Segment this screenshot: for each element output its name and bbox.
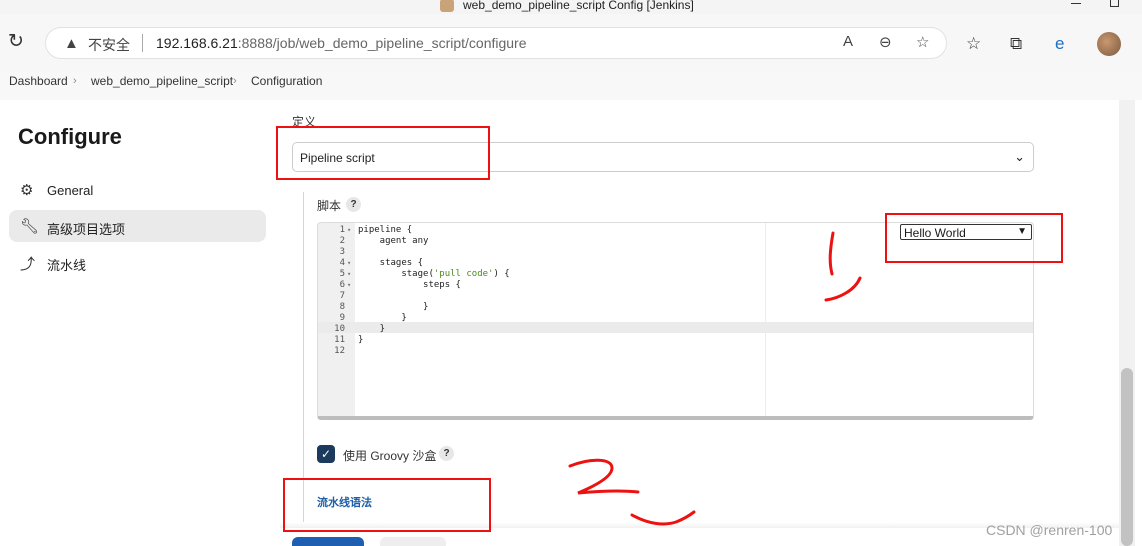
section-indent-line	[303, 192, 304, 522]
browser-toolbar: ↻ ▲ 不安全 192.168.6.21:8888/job/web_demo_p…	[0, 14, 1142, 72]
sidebar-item-label: 流水线	[47, 258, 87, 273]
code-text: stage('pull code') {	[358, 269, 510, 279]
code-line[interactable]: 5 ▾ stage('pull code') {	[318, 269, 758, 280]
sidebar-item-general[interactable]: ⚙ General	[9, 174, 266, 206]
add-favorite-icon[interactable]: ☆	[916, 33, 929, 51]
line-number: 6	[339, 280, 345, 290]
scrollbar-thumb[interactable]	[1121, 368, 1133, 546]
address-divider	[142, 34, 143, 52]
script-label: 脚本	[317, 199, 342, 213]
line-number: 11	[334, 335, 345, 345]
warning-icon[interactable]: ▲	[64, 35, 79, 52]
code-text: }	[358, 313, 407, 323]
code-line[interactable]: 3	[318, 247, 758, 258]
groovy-sandbox-checkbox[interactable]: ✓	[317, 445, 335, 463]
line-number: 8	[339, 302, 345, 312]
jenkins-favicon-icon	[440, 0, 454, 12]
address-bar[interactable]: ▲ 不安全 192.168.6.21:8888/job/web_demo_pip…	[45, 27, 947, 59]
read-aloud-icon[interactable]: A	[843, 33, 853, 50]
breadcrumb: Dashboard › web_demo_pipeline_script › C…	[0, 72, 1142, 100]
maximize-button[interactable]	[1110, 0, 1119, 7]
code-text: stages {	[358, 258, 424, 268]
apply-button[interactable]	[380, 537, 446, 546]
code-line[interactable]: 11}	[318, 335, 758, 346]
url-host: 192.168.6.21	[156, 35, 238, 51]
code-line[interactable]: 2 agent any	[318, 236, 758, 247]
fold-arrow-icon[interactable]: ▾	[347, 269, 351, 280]
zoom-out-icon[interactable]: ⊖	[879, 33, 892, 51]
groovy-sandbox-label[interactable]: 使用 Groovy 沙盒	[343, 447, 436, 464]
line-number: 12	[334, 346, 345, 356]
favorites-icon[interactable]: ☆	[966, 34, 981, 54]
chevron-right-icon: ›	[233, 75, 237, 87]
sidebar-item-advanced-project-options[interactable]: 🔧︎ 高级项目选项	[9, 210, 266, 242]
code-text: }	[358, 335, 364, 345]
fold-arrow-icon[interactable]: ▾	[347, 280, 351, 291]
code-text: pipeline {	[358, 225, 413, 235]
collections-icon[interactable]: ⧉	[1010, 34, 1022, 54]
reload-icon[interactable]: ↻	[8, 32, 28, 52]
code-text: }	[358, 324, 386, 334]
line-number: 9	[339, 313, 345, 323]
url-path: :8888/job/web_demo_pipeline_script/confi…	[237, 35, 527, 51]
code-line[interactable]: 7	[318, 291, 758, 302]
line-number: 1	[339, 225, 345, 235]
sidebar-item-pipeline[interactable]: ⤴ 流水线	[9, 246, 266, 278]
page-title: Configure	[18, 124, 122, 149]
line-number: 2	[339, 236, 345, 246]
code-line[interactable]: 4 ▾ stages {	[318, 258, 758, 269]
script-help-icon[interactable]: ?	[346, 197, 361, 212]
code-text: steps {	[358, 280, 461, 290]
chevron-right-icon: ›	[73, 75, 77, 87]
profile-avatar[interactable]	[1097, 32, 1121, 56]
watermark: CSDN @renren-100	[986, 522, 1113, 538]
line-number: 7	[339, 291, 345, 301]
window-title-bar: web_demo_pipeline_script Config [Jenkins…	[0, 0, 1142, 14]
window-title: web_demo_pipeline_script Config [Jenkins…	[463, 0, 694, 12]
code-line[interactable]: 9 }	[318, 313, 758, 324]
wrench-icon: 🔧︎	[20, 218, 40, 235]
annotation-box-definition	[276, 126, 490, 180]
code-text: agent any	[358, 236, 429, 246]
breadcrumb-dashboard[interactable]: Dashboard	[9, 74, 68, 88]
fold-arrow-icon[interactable]: ▾	[347, 225, 351, 236]
code-line[interactable]: 8 }	[318, 302, 758, 313]
annotation-box-syntax-link	[283, 478, 491, 532]
fold-arrow-icon[interactable]: ▾	[347, 258, 351, 269]
minimize-button[interactable]	[1071, 3, 1081, 4]
sidebar-item-label: General	[47, 183, 94, 198]
annotation-box-sample-select	[885, 213, 1063, 263]
code-line[interactable]: 10 }	[318, 324, 758, 335]
edge-icon[interactable]: e	[1055, 34, 1064, 54]
code-line[interactable]: 6 ▾ steps {	[318, 280, 758, 291]
line-number: 4	[339, 258, 345, 268]
code-line[interactable]: 1 ▾ pipeline {	[318, 225, 758, 236]
print-margin	[765, 223, 766, 416]
url-text[interactable]: 192.168.6.21:8888/job/web_demo_pipeline_…	[156, 35, 527, 51]
code-text: }	[358, 302, 429, 312]
save-button[interactable]	[292, 537, 364, 546]
line-number: 5	[339, 269, 345, 279]
breadcrumb-configuration[interactable]: Configuration	[251, 74, 322, 88]
chevron-down-icon: ⌄	[1014, 149, 1025, 164]
line-number: 3	[339, 247, 345, 257]
sandbox-help-icon[interactable]: ?	[439, 446, 454, 461]
gear-icon: ⚙	[20, 182, 34, 199]
handwritten-two	[568, 458, 640, 495]
pipeline-icon: ⤴	[20, 256, 36, 273]
sidebar-item-label: 高级项目选项	[47, 222, 126, 237]
breadcrumb-job[interactable]: web_demo_pipeline_script	[91, 74, 233, 88]
code-line[interactable]: 12	[318, 346, 758, 357]
line-number: 10	[334, 324, 345, 334]
security-label[interactable]: 不安全	[88, 35, 130, 55]
